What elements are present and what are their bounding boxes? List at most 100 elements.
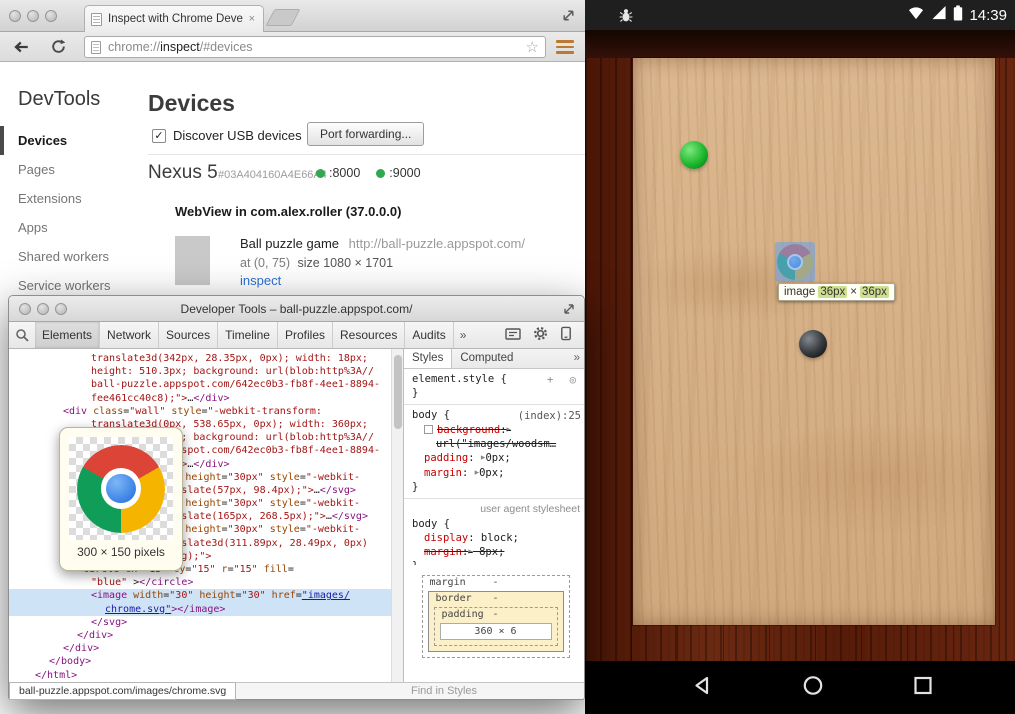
discover-usb-label[interactable]: Discover USB devices [173, 128, 302, 143]
code-line[interactable]: "blue" ></circle> [9, 576, 391, 589]
styles-tab-styles[interactable]: Styles [403, 349, 452, 368]
code-line[interactable]: ball-puzzle.appspot.com/642ec0b3-fb8f-4e… [9, 378, 391, 391]
style-declaration[interactable]: } [404, 386, 584, 400]
devtools-minimize-button[interactable] [37, 303, 49, 315]
property-checkbox[interactable] [424, 425, 433, 434]
devtools-tab-network[interactable]: Network [100, 322, 159, 348]
devtools-zoom-button[interactable] [55, 303, 67, 315]
style-declaration[interactable]: url("images/woodsm… [404, 437, 584, 451]
sidebar-item-shared-workers[interactable]: Shared workers [0, 242, 148, 271]
code-line[interactable]: </div> [9, 629, 391, 642]
tab-title: Inspect with Chrome Deve [108, 13, 247, 25]
elements-scrollbar[interactable] [391, 349, 403, 684]
nav-recents-icon[interactable] [911, 673, 935, 702]
webview-thumbnail [175, 236, 210, 285]
devtools-tab-profiles[interactable]: Profiles [278, 322, 333, 348]
style-declaration[interactable]: display: block; [404, 531, 584, 545]
device-mode-icon[interactable] [560, 326, 572, 344]
sidebar-item-devices[interactable]: Devices [0, 126, 148, 155]
style-declaration[interactable]: padding: ▶0px; [404, 451, 584, 466]
devtools-expand-icon[interactable] [562, 302, 576, 321]
window-minimize-button[interactable] [27, 10, 39, 22]
android-screen: 14:39 image 36px × 36px [585, 0, 1015, 714]
ball-puzzle-game: image 36px × 36px [585, 30, 1015, 661]
code-line[interactable]: chrome.svg"></image> [9, 603, 391, 616]
devtools-tab-sources[interactable]: Sources [159, 322, 218, 348]
reload-button[interactable] [50, 38, 67, 60]
nav-home-icon[interactable] [801, 673, 825, 702]
back-button[interactable] [12, 38, 30, 61]
sidebar-item-apps[interactable]: Apps [0, 213, 148, 242]
gear-icon[interactable] [533, 326, 548, 344]
devtools-toolbar-icons [505, 322, 584, 348]
green-ball[interactable] [680, 141, 708, 169]
webview-page-row: Ball puzzle game http://ball-puzzle.apps… [240, 236, 525, 251]
scrollbar-thumb[interactable] [394, 355, 402, 429]
search-icon[interactable] [9, 322, 35, 348]
tooltip-times: × [850, 286, 857, 298]
devtools-window: Developer Tools – ball-puzzle.appspot.co… [8, 295, 585, 700]
find-in-styles-field[interactable]: Find in Styles [411, 685, 477, 697]
port-status-dot [376, 169, 385, 178]
stylesheet-source-link[interactable]: (index):25 [518, 409, 581, 422]
tab-overflow-icon[interactable]: » [454, 322, 473, 348]
code-line[interactable]: </div> [9, 642, 391, 655]
devtools-tab-elements[interactable]: Elements [35, 322, 100, 348]
code-line[interactable]: <div class="wall" style="-webkit-transfo… [9, 405, 391, 418]
screenshot-root: Inspect with Chrome Deve × chrome://insp… [0, 0, 1015, 714]
browser-tab[interactable]: Inspect with Chrome Deve × [84, 5, 264, 32]
style-declaration[interactable]: margin: ▶0px; [404, 465, 584, 480]
styles-sidebar: StylesComputed » element.style {+ ◎}body… [403, 349, 584, 684]
chrome-logo-icon [77, 445, 165, 533]
page-security-icon[interactable] [91, 41, 101, 54]
browser-menu-icon[interactable] [553, 37, 577, 57]
devtools-tab-resources[interactable]: Resources [333, 322, 405, 348]
code-line[interactable]: </body> [9, 655, 391, 668]
style-declaration[interactable]: } [404, 480, 584, 494]
devtools-close-button[interactable] [19, 303, 31, 315]
webview-geometry: at (0, 75) size 1080 × 1701 [240, 256, 393, 270]
console-drawer-icon[interactable] [505, 327, 521, 344]
styles-tab-computed[interactable]: Computed [452, 349, 521, 368]
style-declaration[interactable]: background:▶ [404, 422, 584, 437]
sidebar-item-pages[interactable]: Pages [0, 155, 148, 184]
box-model-content-size: 360 × 6 [440, 623, 552, 640]
code-line[interactable]: fee461cc40c8);">…</div> [9, 392, 391, 405]
style-declaration[interactable]: body { [404, 517, 584, 531]
port-forwarding-button[interactable]: Port forwarding... [307, 122, 424, 146]
code-line[interactable]: translate3d(342px, 28.35px, 0px); width:… [9, 352, 391, 365]
port-badge: :8000 [316, 166, 360, 180]
code-line[interactable]: height: 510.3px; background: url(blob:ht… [9, 365, 391, 378]
inspect-link[interactable]: inspect [240, 273, 281, 288]
tooltip-tag-name: image [784, 286, 815, 298]
style-declaration[interactable]: margin:▶ 8px; [404, 545, 584, 560]
discover-usb-checkbox[interactable]: ✓ [152, 129, 166, 143]
tab-close-icon[interactable]: × [247, 13, 257, 25]
address-bar[interactable]: chrome://inspect/#devices ☆ [84, 36, 546, 58]
style-rule: body {(index):25background:▶url("images/… [404, 405, 584, 499]
devtools-tab-timeline[interactable]: Timeline [218, 322, 278, 348]
bookmark-star-icon[interactable]: ☆ [526, 40, 539, 55]
new-tab-button[interactable] [265, 9, 300, 26]
styles-overflow-icon[interactable]: » [568, 349, 584, 368]
window-expand-icon[interactable] [561, 8, 576, 28]
port-status-dot [316, 169, 325, 178]
code-line[interactable]: <image width="30" height="30" href="imag… [9, 589, 391, 602]
nav-back-icon[interactable] [691, 673, 715, 702]
code-line[interactable]: </svg> [9, 616, 391, 629]
usb-debugging-bug-icon [618, 7, 634, 28]
box-model-margin-label: margin [430, 577, 466, 588]
window-close-button[interactable] [9, 10, 21, 22]
page-title: Devices [148, 90, 235, 117]
wifi-icon [907, 5, 925, 25]
style-declaration[interactable]: body {(index):25 [404, 408, 584, 422]
url-text: chrome://inspect/#devices [108, 40, 253, 54]
new-style-rule-icons[interactable]: + ◎ [547, 373, 581, 386]
sidebar-item-extensions[interactable]: Extensions [0, 184, 148, 213]
style-declaration[interactable]: element.style {+ ◎ [404, 372, 584, 386]
hovered-url-crumb: ball-puzzle.appspot.com/images/chrome.sv… [9, 682, 236, 700]
dark-ball[interactable] [799, 330, 827, 358]
code-line[interactable]: </html> [9, 669, 391, 682]
devtools-tab-audits[interactable]: Audits [405, 322, 453, 348]
window-zoom-button[interactable] [45, 10, 57, 22]
